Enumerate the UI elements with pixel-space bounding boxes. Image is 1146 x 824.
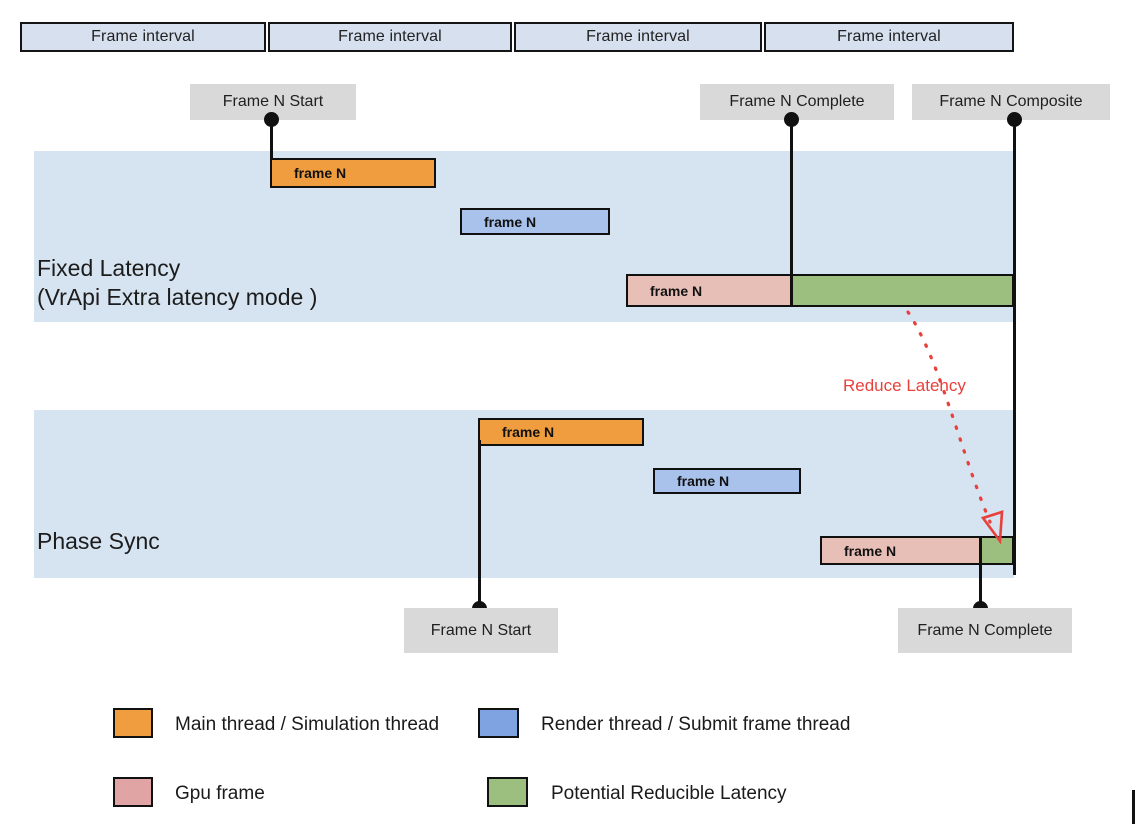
diagram-canvas: Frame interval Frame interval Frame inte… (0, 0, 1146, 824)
legend-swatch-gpu-frame (113, 777, 153, 807)
event-dot-frame-n-start-top (264, 112, 279, 127)
bar-reducible-latency-phase (980, 536, 1014, 565)
bar-label: frame N (502, 424, 555, 440)
bar-label: frame N (677, 473, 730, 489)
legend-swatch-render-thread (478, 708, 519, 738)
legend-label-main-thread: Main thread / Simulation thread (175, 714, 440, 735)
legend-label-render-thread: Render thread / Submit frame thread (541, 714, 851, 735)
connector-frame-n-complete-bottom (979, 545, 982, 609)
frame-interval-2: Frame interval (268, 22, 512, 52)
frame-interval-label: Frame interval (586, 28, 690, 45)
bar-main-thread-fixed: frame N (270, 158, 436, 188)
legend-label-reducible-latency: Potential Reducible Latency (551, 783, 787, 804)
frame-interval-label: Frame interval (91, 28, 195, 45)
event-frame-n-start-bottom: Frame N Start (404, 608, 558, 653)
event-label: Frame N Complete (917, 621, 1053, 639)
bar-reducible-latency-fixed (791, 274, 1014, 307)
bar-gpu-frame-fixed: frame N (626, 274, 792, 307)
frame-interval-1: Frame interval (20, 22, 266, 52)
bar-main-thread-phase: frame N (478, 418, 644, 446)
connector-frame-n-complete-top (790, 118, 793, 278)
frame-interval-4: Frame interval (764, 22, 1014, 52)
event-dot-frame-n-complete-top (784, 112, 799, 127)
legend-swatch-reducible-latency (487, 777, 528, 807)
connector-frame-n-composite (1013, 118, 1016, 575)
bar-render-thread-fixed: frame N (460, 208, 610, 235)
event-label: Frame N Complete (729, 93, 865, 110)
legend-swatch-main-thread (113, 708, 153, 738)
frame-interval-label: Frame interval (338, 28, 442, 45)
event-dot-frame-n-composite (1007, 112, 1022, 127)
legend-label-gpu-frame: Gpu frame (175, 783, 265, 804)
bar-label: frame N (294, 165, 347, 181)
event-frame-n-complete-bottom: Frame N Complete (898, 608, 1072, 653)
corner-tick-mark (1132, 790, 1135, 824)
frame-interval-3: Frame interval (514, 22, 762, 52)
event-label: Frame N Start (430, 621, 532, 639)
lane-label-fixed-latency: Fixed Latency (VrApi Extra latency mode … (37, 255, 318, 310)
event-label: Frame N Composite (939, 93, 1083, 110)
bar-label: frame N (844, 542, 897, 559)
bar-render-thread-phase: frame N (653, 468, 801, 494)
lane-label-phase-sync: Phase Sync (37, 528, 160, 554)
connector-frame-n-start-bottom (478, 440, 481, 609)
reduce-latency-label: Reduce Latency (843, 376, 966, 395)
bar-label: frame N (650, 282, 703, 299)
event-label: Frame N Start (222, 93, 324, 110)
bar-label: frame N (484, 213, 537, 230)
frame-interval-label: Frame interval (837, 28, 941, 45)
bar-gpu-frame-phase: frame N (820, 536, 981, 565)
